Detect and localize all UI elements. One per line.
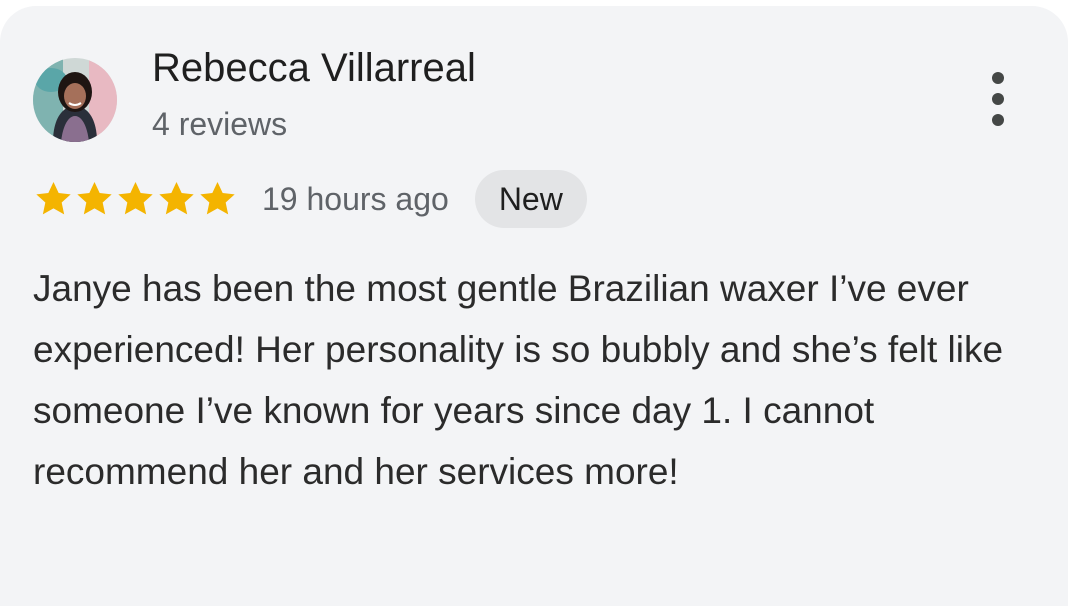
avatar-image	[33, 58, 117, 142]
star-icon	[159, 182, 194, 215]
review-text: Janye has been the most gentle Brazilian…	[33, 268, 1004, 492]
star-icon	[118, 182, 153, 215]
review-timestamp: 19 hours ago	[262, 180, 449, 217]
more-options-button[interactable]	[978, 68, 1018, 130]
rating-row: 19 hours ago New	[33, 168, 587, 230]
more-vert-icon-dot	[992, 114, 1004, 126]
more-vert-icon	[992, 72, 1004, 84]
more-vert-icon-dot	[992, 93, 1004, 105]
author-name[interactable]: Rebecca Villarreal	[152, 46, 476, 91]
star-icon	[36, 182, 71, 215]
review-card: Rebecca Villarreal 4 reviews 19 hours ag…	[0, 6, 1068, 606]
author-avatar[interactable]	[33, 58, 117, 142]
star-icon	[77, 182, 112, 215]
star-rating	[33, 179, 238, 219]
new-badge: New	[474, 170, 587, 228]
author-review-count: 4 reviews	[152, 106, 288, 142]
star-icon	[200, 182, 235, 215]
